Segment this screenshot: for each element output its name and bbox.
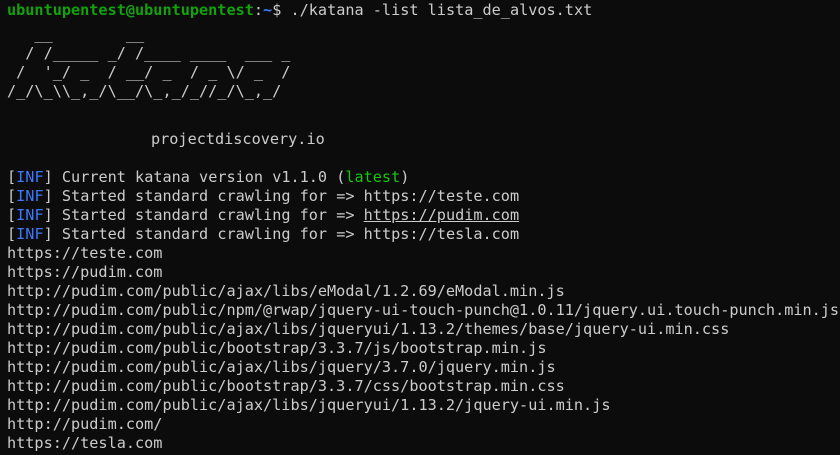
result-url: https://teste.com (7, 244, 163, 262)
brand-text: projectdiscovery.io (151, 130, 325, 148)
log-bracket: ] (43, 225, 53, 243)
prompt-user-host: ubuntupentest@ubuntupentest (7, 1, 254, 19)
result-url: https://tesla.com (7, 434, 163, 452)
log-line: [INF] Current katana version v1.1.0 (lat… (7, 168, 840, 187)
result-url: http://pudim.com/public/ajax/libs/jquery… (7, 358, 556, 376)
log-bracket: ] (43, 206, 53, 224)
result-url: http://pudim.com/public/bootstrap/3.3.7/… (7, 339, 547, 357)
log-bracket: [ (7, 168, 17, 186)
result-url: http://pudim.com/public/ajax/libs/jquery… (7, 396, 611, 414)
result-url: http://pudim.com/ (7, 415, 163, 433)
log-space (53, 187, 62, 205)
log-target-url: https://tesla.com (363, 225, 520, 243)
log-tag: INF (16, 168, 44, 186)
log-tag: INF (16, 187, 44, 205)
log-message: Current katana version v1.1.0 ( (61, 168, 346, 186)
log-line: [INF] Started standard crawling for => h… (7, 206, 840, 225)
log-message-end: ) (400, 168, 410, 186)
result-url: http://pudim.com/public/bootstrap/3.3.7/… (7, 377, 565, 395)
log-line: [INF] Started standard crawling for => h… (7, 225, 840, 244)
log-line: [INF] Started standard crawling for => h… (7, 187, 840, 206)
log-space (53, 225, 62, 243)
result-url: http://pudim.com/public/ajax/libs/eModal… (7, 282, 565, 300)
terminal-window[interactable]: ubuntupentest@ubuntupentest:~$ ./katana … (0, 0, 840, 455)
result-url: https://pudim.com (7, 263, 163, 281)
katana-ascii-banner: __ __ / /_____ _/ /____ ____ ___ _ / '_/… (7, 20, 840, 116)
prompt-symbol: $ (272, 1, 291, 19)
ascii-line: __ __ (7, 25, 145, 43)
prompt-separator: : (253, 1, 264, 19)
log-bracket: [ (7, 206, 17, 224)
ascii-line: /_/\_\\_,_/\__/\_,_/_//_/\_,_/ (7, 82, 282, 100)
log-message: Started standard crawling for => (61, 187, 364, 205)
latest-badge: latest (345, 168, 401, 186)
log-target-link[interactable]: https://pudim.com (364, 206, 519, 224)
log-space (53, 168, 62, 186)
log-bracket: [ (7, 225, 17, 243)
log-target-url: https://teste.com (363, 187, 520, 205)
result-url: http://pudim.com/public/npm/@rwap/jquery… (7, 301, 840, 319)
log-message: Started standard crawling for => (61, 206, 364, 224)
log-tag: INF (16, 206, 44, 224)
log-bracket: ] (43, 187, 53, 205)
log-bracket: ] (43, 168, 53, 186)
prompt-path: ~ (263, 1, 273, 19)
log-tag: INF (16, 225, 44, 243)
command-text: ./katana -list lista_de_alvos.txt (290, 1, 593, 19)
ascii-line: / /_____ _/ /____ ____ ___ _ (7, 44, 291, 62)
command-prompt-line: ubuntupentest@ubuntupentest:~$ ./katana … (7, 1, 840, 20)
ascii-line: / '_/ _ / __/ _ / _ \/ _ / (7, 63, 291, 81)
log-message: Started standard crawling for => (61, 225, 364, 243)
result-url: http://pudim.com/public/ajax/libs/jquery… (7, 320, 730, 338)
log-bracket: [ (7, 187, 17, 205)
log-space (53, 206, 62, 224)
